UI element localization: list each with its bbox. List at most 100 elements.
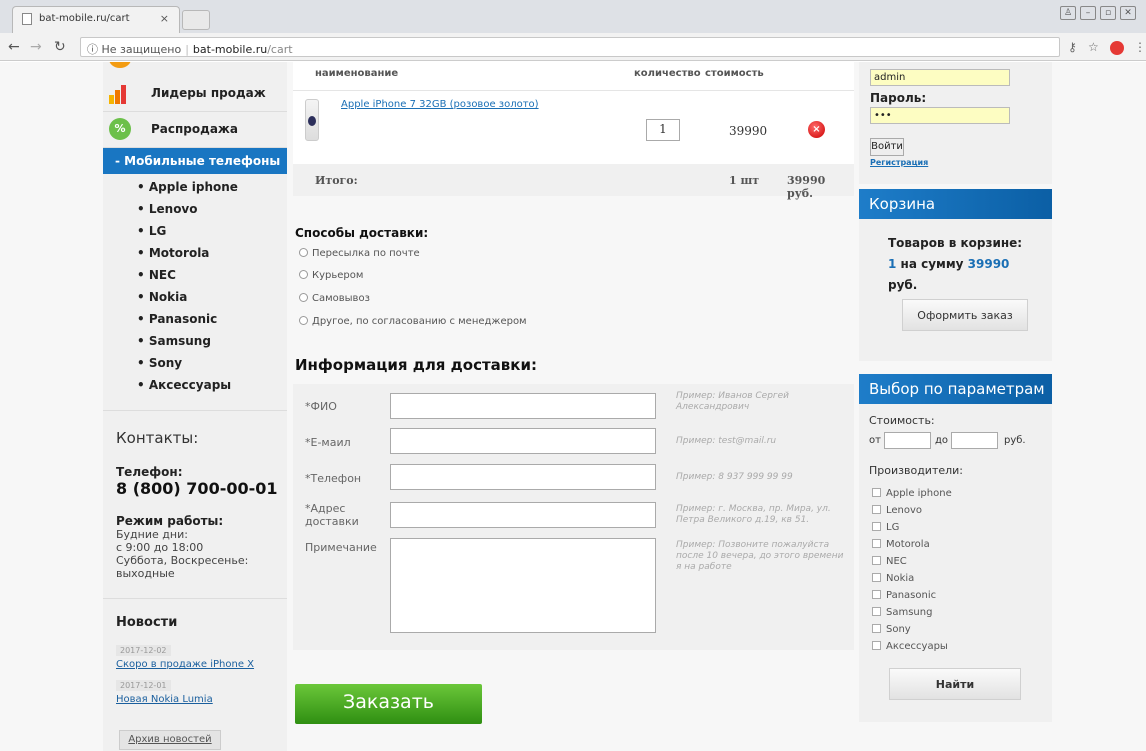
cart-summary: Товаров в корзине: 1 на сумму 39990 руб. [888,236,1023,292]
cart-table: наименование количество стоимость Apple … [293,62,854,200]
adblock-icon[interactable] [1110,41,1124,55]
register-link[interactable]: Регистрация [870,158,928,167]
info-icon[interactable]: ⓘ [87,43,98,56]
menu-item-label: Распродажа [151,122,238,136]
url-input[interactable]: ⓘ Не защищено | bat-mobile.ru/cart [80,37,1060,57]
remove-item-icon[interactable]: × [808,121,825,138]
address-field[interactable] [390,502,656,528]
total-label: Итого: [315,174,358,187]
security-label: Не защищено [101,43,182,56]
page-icon [22,13,32,25]
delivery-option-courier[interactable]: Курьером [299,270,363,281]
filter-title: Выбор по параметрам [859,374,1052,404]
brand-item[interactable]: Аксессуары [137,378,287,400]
menu-item-leaders[interactable]: Лидеры продаж [103,76,287,112]
maker-checkbox[interactable]: Samsung [872,607,932,618]
delivery-option-post[interactable]: Пересылка по почте [299,248,420,259]
email-field[interactable] [390,428,656,454]
maker-checkbox[interactable]: NEC [872,556,907,567]
news-link[interactable]: Новая Nokia Lumia [103,694,287,705]
maker-checkbox[interactable]: Apple iphone [872,488,952,499]
news-date: 2017-12-02 [116,645,171,656]
price-to-input[interactable] [951,432,998,449]
order-button[interactable]: Заказать [295,684,482,724]
delivery-info-title: Информация для доставки: [295,356,537,374]
field-hint: Пример: г. Москва, пр. Мира, ул. Петра В… [676,504,831,525]
name-field[interactable] [390,393,656,419]
brand-item[interactable]: Motorola [137,246,287,268]
radio-button[interactable] [299,270,308,279]
table-row: Apple iPhone 7 32GB (розовое золото) 1 3… [293,90,854,164]
delivery-form: *ФИО Пример: Иванов Сергей Александрович… [293,384,854,650]
brand-item[interactable]: LG [137,224,287,246]
brand-item[interactable]: Sony [137,356,287,378]
maximize-icon[interactable]: ▫ [1100,6,1116,20]
hours-line: Будние дни: [116,528,188,541]
product-link[interactable]: Apple iPhone 7 32GB (розовое золото) [341,99,539,110]
find-button[interactable]: Найти [889,668,1021,700]
window-controls: ♙ – ▫ ✕ [1060,6,1136,20]
price-from-input[interactable] [884,432,931,449]
maker-checkbox[interactable]: Motorola [872,539,930,550]
to-label: до [935,435,949,446]
reload-icon[interactable]: ↻ [54,39,66,55]
close-tab-icon[interactable]: × [160,12,169,25]
radio-button[interactable] [299,248,308,257]
brand-item[interactable]: Lenovo [137,202,287,224]
password-input[interactable]: ••• [870,107,1010,124]
phone-field[interactable] [390,464,656,490]
minimize-icon[interactable]: – [1080,6,1096,20]
checkout-button[interactable]: Оформить заказ [902,299,1028,331]
column-header: наименование [315,68,399,79]
delivery-option-pickup[interactable]: Самовывоз [299,293,370,304]
radio-button[interactable] [299,293,308,302]
maker-checkbox[interactable]: LG [872,522,899,533]
right-sidebar: admin Пароль: ••• Войти Регистрация Корз… [859,62,1052,751]
brand-item[interactable]: NEC [137,268,287,290]
contacts-title: Контакты: [116,429,199,447]
news-title: Новости [116,615,178,630]
login-input[interactable]: admin [870,69,1010,86]
bar-chart-icon [109,82,133,104]
key-icon[interactable]: ⚷ [1068,40,1077,54]
news-archive-button[interactable]: Архив новостей [119,730,221,750]
field-label: *Телефон [305,472,362,485]
field-hint: Пример: Иванов Сергей Александрович [676,391,790,412]
brand-item[interactable]: Samsung [137,334,287,356]
bookmark-star-icon[interactable]: ☆ [1088,40,1099,54]
phone-number: 8 (800) 700-00-01 [116,479,278,498]
maker-checkbox[interactable]: Sony [872,624,911,635]
login-button[interactable]: Войти [870,138,904,156]
news-link[interactable]: Скоро в продаже iPhone X [103,659,287,670]
product-image[interactable] [305,99,319,141]
maker-checkbox[interactable]: Nokia [872,573,914,584]
menu-dots-icon[interactable]: ⋮ [1134,40,1146,54]
menu-item-sale[interactable]: % Распродажа [103,112,287,148]
percent-icon: % [109,118,131,140]
makers-label: Производители: [869,464,964,477]
brand-item[interactable]: Apple iphone [137,180,287,202]
maker-checkbox[interactable]: Panasonic [872,590,936,601]
brand-list: Apple iphone Lenovo LG Motorola NEC Noki… [103,174,287,400]
radio-button[interactable] [299,316,308,325]
field-label: *ФИО [305,400,337,413]
active-category[interactable]: - Мобильные телефоны [103,148,287,174]
back-icon[interactable]: ← [8,39,20,55]
new-tab-button[interactable] [182,10,210,30]
note-textarea[interactable] [390,538,656,633]
user-icon[interactable]: ♙ [1060,6,1076,20]
left-sidebar: Лидеры продаж % Распродажа - Мобильные т… [103,62,287,751]
brand-item[interactable]: Nokia [137,290,287,312]
close-window-icon[interactable]: ✕ [1120,6,1136,20]
delivery-option-other[interactable]: Другое, по согласованию с менеджером [299,316,527,327]
tab-title: bat-mobile.ru/cart [39,13,130,24]
brand-item[interactable]: Panasonic [137,312,287,334]
browser-tab[interactable]: bat-mobile.ru/cart × [12,6,180,33]
hours-line: с 9:00 до 18:00 [116,541,204,554]
news-date: 2017-12-01 [116,680,171,691]
quantity-input[interactable]: 1 [646,119,680,141]
main-content: наименование количество стоимость Apple … [293,62,854,751]
forward-icon[interactable]: → [30,39,42,55]
maker-checkbox[interactable]: Аксессуары [872,641,948,652]
maker-checkbox[interactable]: Lenovo [872,505,922,516]
